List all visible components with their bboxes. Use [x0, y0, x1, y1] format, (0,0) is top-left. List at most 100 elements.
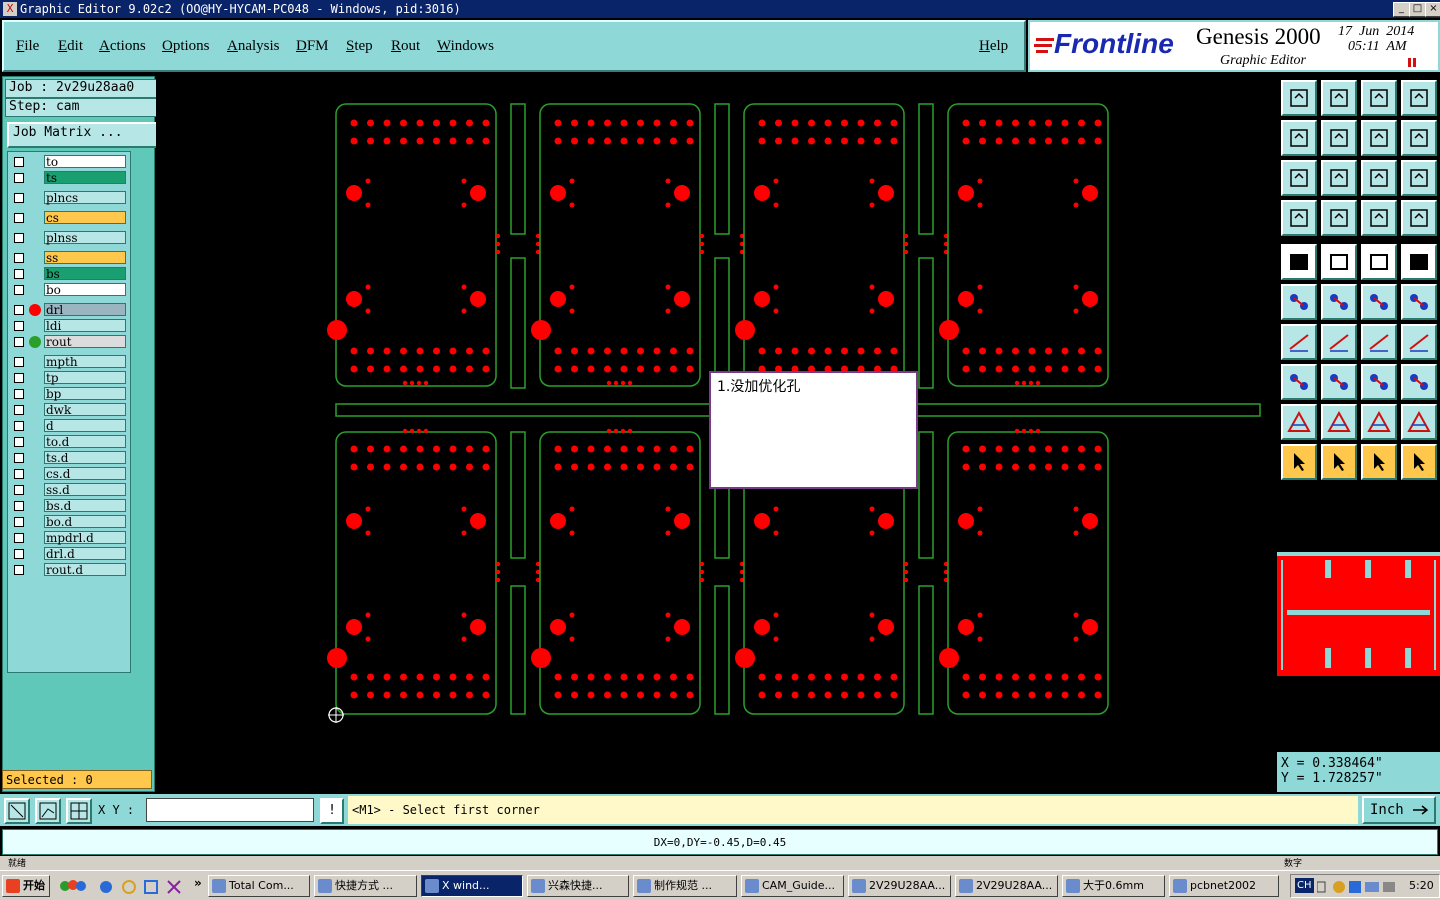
layer-row-cs[interactable]: cs: [10, 211, 128, 225]
layer-checkbox[interactable]: [14, 373, 24, 383]
layer-row-ts-d[interactable]: ts.d: [10, 451, 128, 465]
zoom-out-button[interactable]: [1321, 120, 1357, 156]
shape-tool-button[interactable]: [1401, 364, 1437, 400]
scale-button[interactable]: [1361, 160, 1397, 196]
taskbar-item[interactable]: X wind...: [421, 875, 523, 897]
more-chevron-icon[interactable]: »: [194, 876, 202, 890]
delete-feature-button[interactable]: [1321, 284, 1357, 320]
layer-checkbox[interactable]: [14, 549, 24, 559]
tray-icons[interactable]: [1317, 879, 1397, 895]
taskbar-item[interactable]: 兴森快捷...: [527, 875, 629, 897]
split-view-button[interactable]: [1401, 80, 1437, 116]
layer-checkbox[interactable]: [14, 517, 24, 527]
layer-checkbox[interactable]: [14, 157, 24, 167]
panel-overview-map[interactable]: [1277, 552, 1440, 688]
layer-checkbox[interactable]: [14, 469, 24, 479]
tray-people-icon[interactable]: [58, 877, 88, 895]
taskbar-item[interactable]: 2V29U28AA...: [848, 875, 951, 897]
copy-feature-button[interactable]: [1401, 284, 1437, 320]
start-button[interactable]: 开始: [2, 875, 50, 897]
redraw-button[interactable]: [1401, 120, 1437, 156]
fit-all-button[interactable]: [1281, 160, 1317, 196]
layer-row-mpth[interactable]: mpth: [10, 355, 128, 369]
layer-checkbox[interactable]: [14, 453, 24, 463]
menu-edit[interactable]: Edit: [58, 38, 83, 55]
taskbar-item[interactable]: 快捷方式 ...: [314, 875, 417, 897]
layer-checkbox[interactable]: [14, 389, 24, 399]
job-matrix-button[interactable]: Job Matrix ...: [7, 122, 159, 148]
select-pointer-button[interactable]: [1281, 444, 1317, 480]
layer-row-ss-d[interactable]: ss.d: [10, 483, 128, 497]
layer-checkbox[interactable]: [14, 437, 24, 447]
layer-checkbox[interactable]: [14, 173, 24, 183]
layer-row-bp[interactable]: bp: [10, 387, 128, 401]
layer-row-to-d[interactable]: to.d: [10, 435, 128, 449]
layer-row-bs-d[interactable]: bs.d: [10, 499, 128, 513]
quick-launch[interactable]: [98, 879, 186, 895]
layer-row-bo-d[interactable]: bo.d: [10, 515, 128, 529]
arc-tool-button[interactable]: [1321, 324, 1357, 360]
surface-mode-button[interactable]: [1281, 244, 1317, 280]
exclaim-button[interactable]: !: [320, 798, 344, 824]
select-net-button[interactable]: [1401, 444, 1437, 480]
units-selector[interactable]: Inch: [1362, 796, 1436, 824]
layer-row-rout-d[interactable]: rout.d: [10, 563, 128, 577]
snap-button[interactable]: [35, 798, 61, 824]
layer-checkbox[interactable]: [14, 213, 24, 223]
menu-help[interactable]: Help: [979, 38, 1008, 55]
taskbar-item[interactable]: 制作规范 ...: [633, 875, 737, 897]
layer-row-ldi[interactable]: ldi: [10, 319, 128, 333]
grid-button[interactable]: [66, 798, 92, 824]
load-layer-button[interactable]: [1321, 80, 1357, 116]
pan-button[interactable]: [1361, 120, 1397, 156]
layer-checkbox[interactable]: [14, 321, 24, 331]
measure-tool-button[interactable]: [1361, 364, 1397, 400]
layer-row-rout[interactable]: rout: [10, 335, 128, 349]
xy-input[interactable]: [146, 798, 314, 822]
layer-checkbox[interactable]: [14, 405, 24, 415]
menu-dfm[interactable]: DFM: [296, 38, 329, 55]
layer-row-bo[interactable]: bo: [10, 283, 128, 297]
select-box-button[interactable]: [1321, 444, 1357, 480]
triangle-move-button[interactable]: [1361, 404, 1397, 440]
layer-checkbox[interactable]: [14, 485, 24, 495]
layer-checkbox[interactable]: [14, 285, 24, 295]
layer-colors-alt-button[interactable]: [1401, 200, 1437, 236]
layer-checkbox[interactable]: [14, 421, 24, 431]
layer-row-cs-d[interactable]: cs.d: [10, 467, 128, 481]
fit-view-button[interactable]: [1321, 160, 1357, 196]
menu-step[interactable]: Step: [346, 38, 373, 55]
add-feature-button[interactable]: [1281, 284, 1317, 320]
layer-checkbox[interactable]: [14, 501, 24, 511]
layer-checkbox[interactable]: [14, 233, 24, 243]
layer-checkbox[interactable]: [14, 253, 24, 263]
layer-checkbox[interactable]: [14, 533, 24, 543]
select-touch-button[interactable]: [1361, 444, 1397, 480]
layer-row-d[interactable]: d: [10, 419, 128, 433]
layer-checkbox[interactable]: [14, 269, 24, 279]
triangle-tool-button[interactable]: [1281, 404, 1317, 440]
layer-row-drl[interactable]: drl: [10, 303, 128, 317]
mirror-tool-button[interactable]: [1401, 324, 1437, 360]
layer-checkbox[interactable]: [14, 337, 24, 347]
taskbar-item[interactable]: Total Com...: [208, 875, 310, 897]
grid-view-button[interactable]: [1321, 200, 1357, 236]
layer-checkbox[interactable]: [14, 357, 24, 367]
layer-row-dwk[interactable]: dwk: [10, 403, 128, 417]
triangle-add-button[interactable]: [1321, 404, 1357, 440]
properties-button[interactable]: [1281, 200, 1317, 236]
outline-mode-button[interactable]: [1321, 244, 1357, 280]
menu-analysis[interactable]: Analysis: [227, 38, 280, 55]
layer-checkbox[interactable]: [14, 565, 24, 575]
taskbar-item[interactable]: 2V29U28AA...: [955, 875, 1058, 897]
menu-options[interactable]: Options: [162, 38, 210, 55]
layer-row-ss[interactable]: ss: [10, 251, 128, 265]
ruler-button[interactable]: [1361, 244, 1397, 280]
taskbar-item[interactable]: pcbnet2002: [1169, 875, 1279, 897]
menu-windows[interactable]: Windows: [437, 38, 494, 55]
zoom-window-button[interactable]: [4, 798, 30, 824]
taskbar-item[interactable]: 大于0.6mm: [1062, 875, 1165, 897]
menu-rout[interactable]: Rout: [391, 38, 420, 55]
menu-actions[interactable]: Actions: [99, 38, 146, 55]
layer-row-mpdrl-d[interactable]: mpdrl.d: [10, 531, 128, 545]
